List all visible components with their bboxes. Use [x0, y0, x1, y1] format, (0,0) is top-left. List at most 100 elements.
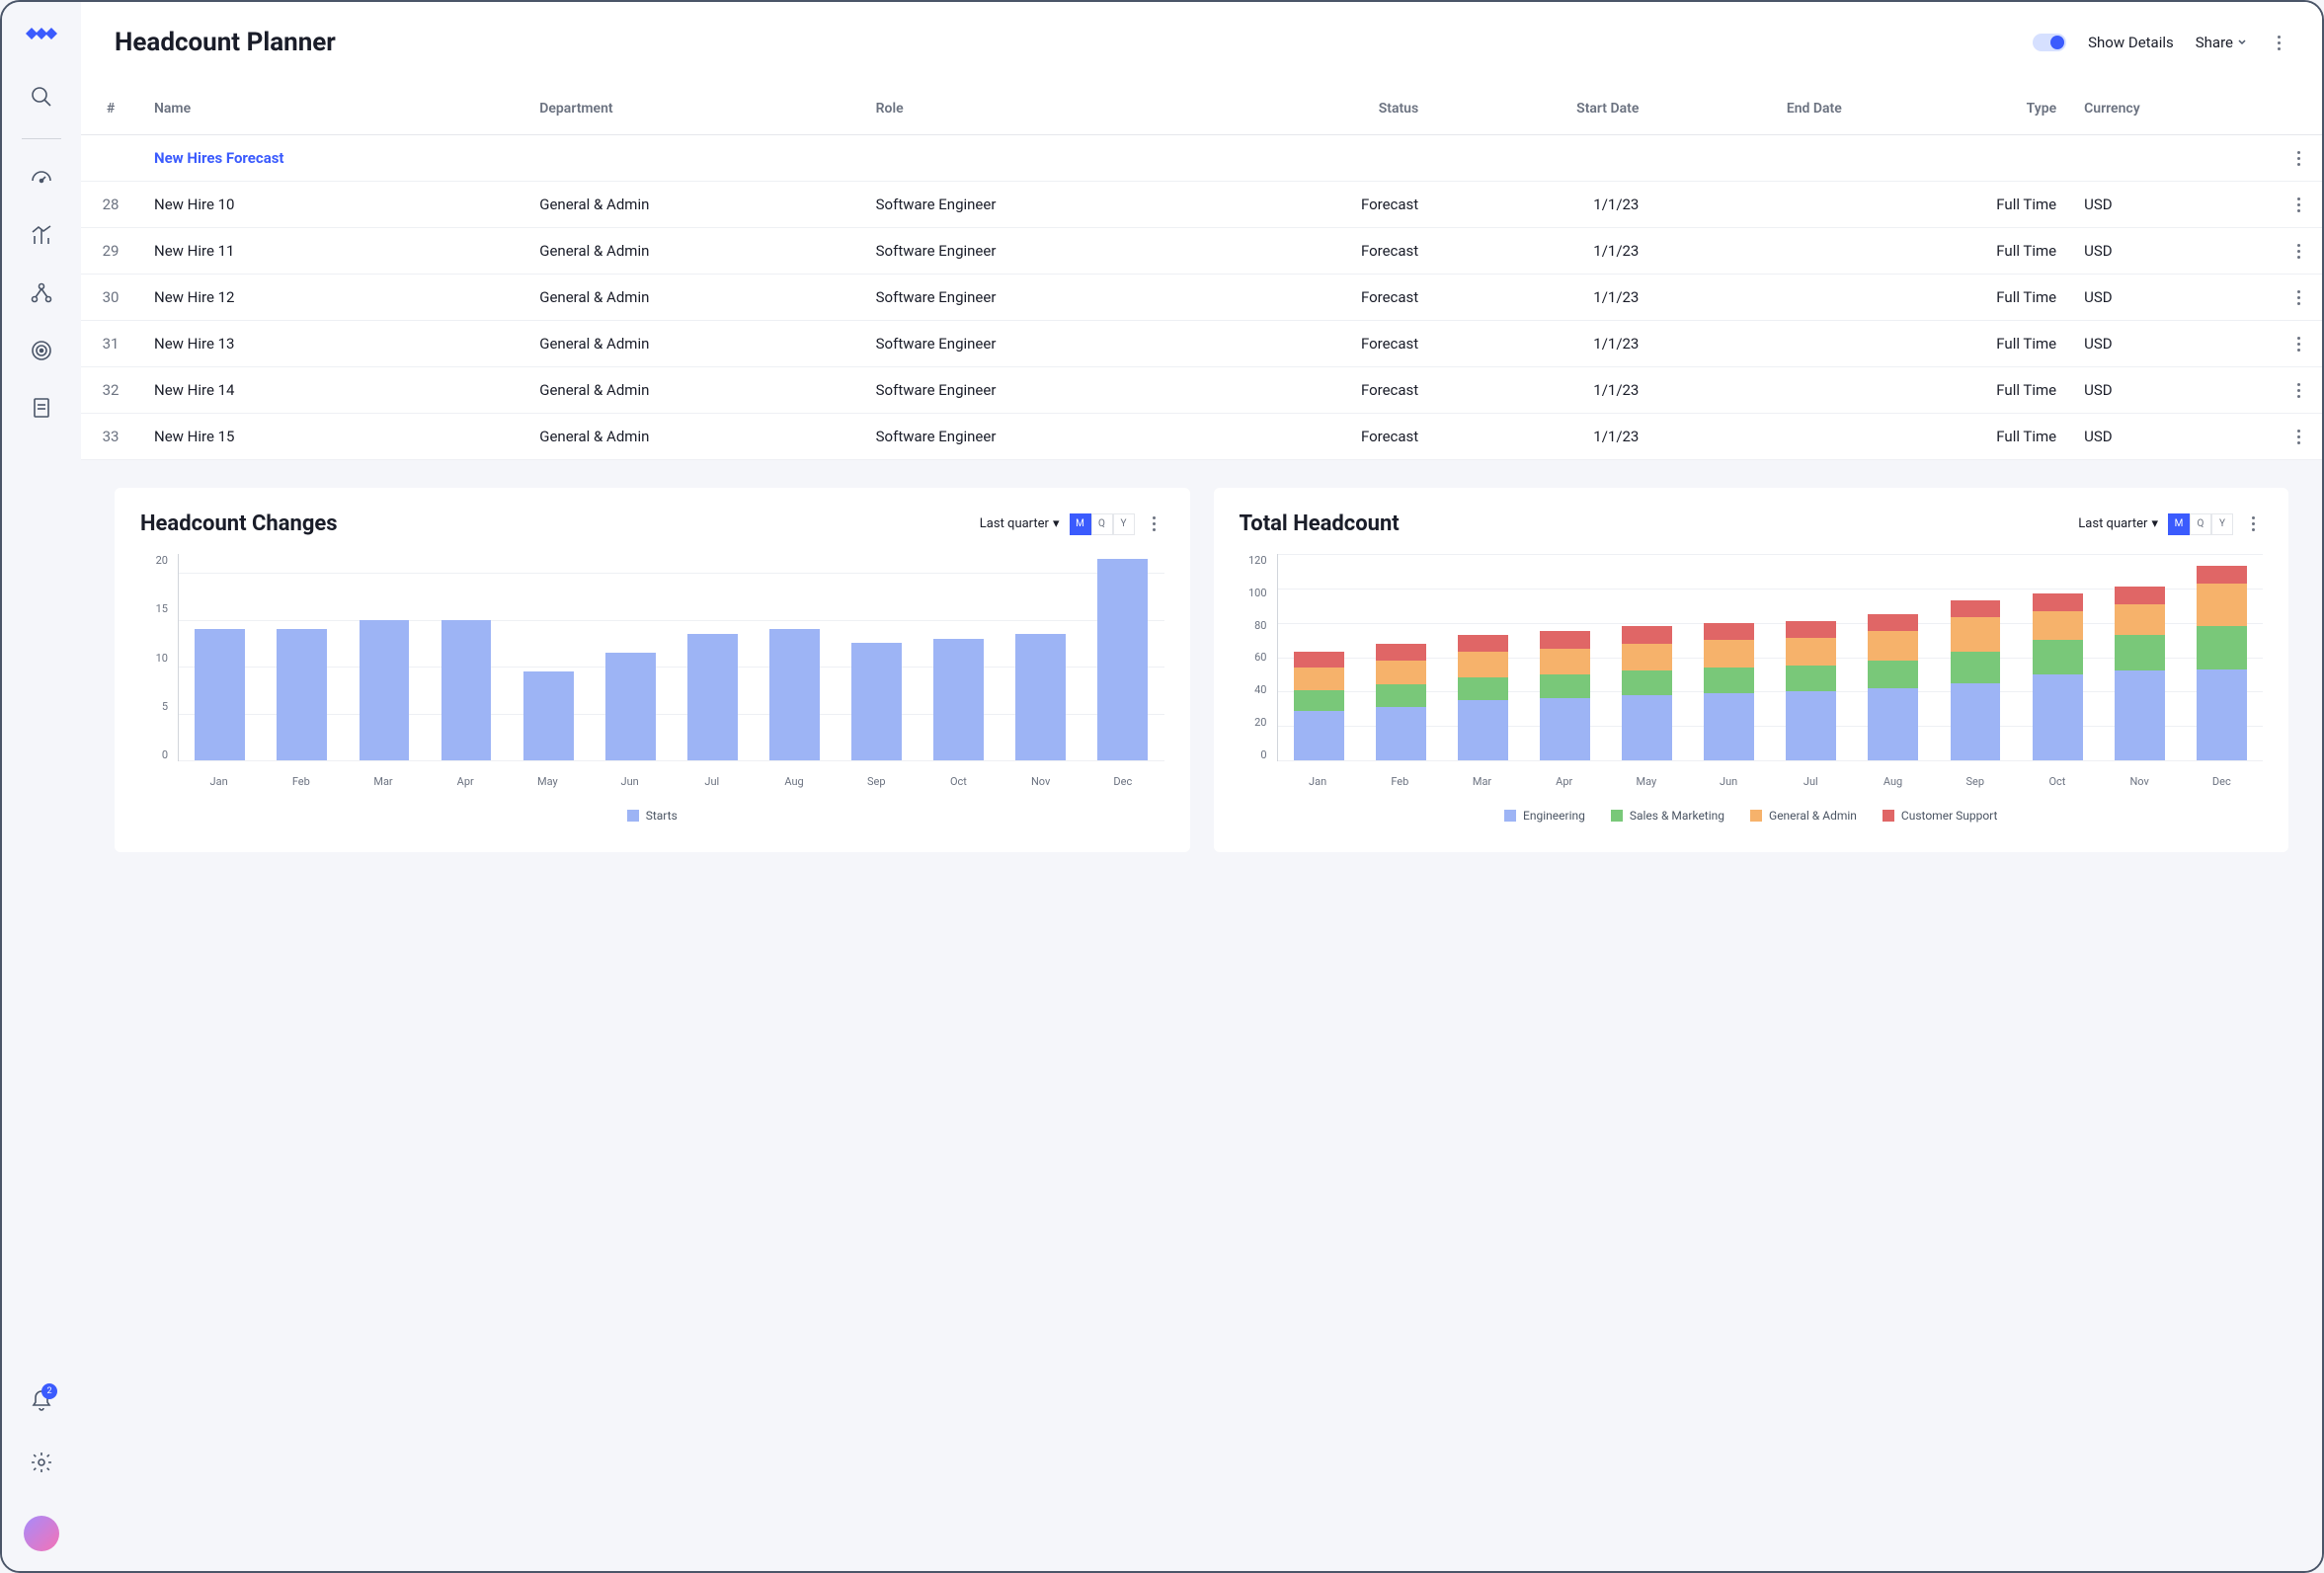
bar[interactable] [1287, 554, 1350, 760]
row-menu-button[interactable] [2288, 197, 2308, 212]
x-tick: Feb [260, 767, 342, 791]
cell-status: Forecast [1224, 321, 1432, 367]
granularity-q[interactable]: Q [1091, 513, 1113, 535]
show-details-label[interactable]: Show Details [2088, 34, 2174, 51]
bar[interactable] [517, 554, 580, 760]
bar[interactable] [1944, 554, 2007, 760]
bar[interactable] [1009, 554, 1073, 760]
bar-segment [1540, 631, 1590, 648]
show-details-toggle[interactable] [2033, 34, 2066, 51]
bar-segment [1294, 690, 1344, 711]
x-tick: Nov [2099, 767, 2181, 791]
bar[interactable] [599, 554, 662, 760]
row-menu-button[interactable] [2288, 290, 2308, 305]
chart-legend: Starts [140, 809, 1164, 823]
row-menu-button[interactable] [2288, 244, 2308, 259]
gear-icon[interactable] [20, 1441, 63, 1484]
cell-end-date [1652, 182, 1855, 228]
table-row[interactable]: 30 New Hire 12 General & Admin Software … [81, 275, 2322, 321]
cell-type: Full Time [1856, 228, 2070, 275]
header-actions: Show Details Share [2033, 34, 2288, 51]
share-button[interactable]: Share [2196, 34, 2247, 51]
gauge-icon[interactable] [20, 157, 63, 200]
cell-end-date [1652, 321, 1855, 367]
table-row[interactable]: 31 New Hire 13 General & Admin Software … [81, 321, 2322, 367]
bar[interactable] [927, 554, 991, 760]
cell-status: Forecast [1224, 367, 1432, 414]
chart-plot: 20151050JanFebMarAprMayJunJulAugSepOctNo… [140, 554, 1164, 791]
granularity-q[interactable]: Q [2190, 513, 2211, 535]
notifications-icon[interactable]: 2 [20, 1379, 63, 1423]
bar[interactable] [1616, 554, 1679, 760]
search-icon[interactable] [20, 75, 63, 118]
bar[interactable] [353, 554, 416, 760]
bar-segment [1376, 707, 1426, 760]
bar[interactable] [2026, 554, 2089, 760]
avatar[interactable] [24, 1516, 59, 1551]
x-tick: Mar [342, 767, 424, 791]
table-row[interactable]: 33 New Hire 15 General & Admin Software … [81, 414, 2322, 460]
x-tick: Sep [836, 767, 918, 791]
bar[interactable] [1862, 554, 1925, 760]
col-role: Role [862, 83, 1225, 135]
row-menu-button[interactable] [2288, 151, 2308, 166]
table-row[interactable]: 28 New Hire 10 General & Admin Software … [81, 182, 2322, 228]
document-icon[interactable] [20, 386, 63, 430]
chart-icon[interactable] [20, 214, 63, 258]
bar[interactable] [1370, 554, 1433, 760]
cell-type: Full Time [1856, 367, 2070, 414]
network-icon[interactable] [20, 272, 63, 315]
granularity-m[interactable]: M [1070, 513, 1091, 535]
section-row[interactable]: New Hires Forecast [81, 135, 2322, 182]
bar-segment [1704, 693, 1754, 760]
chevron-down-icon: ▾ [2151, 516, 2158, 531]
bar[interactable] [435, 554, 498, 760]
bar[interactable] [1091, 554, 1155, 760]
cell-department: General & Admin [525, 275, 861, 321]
chevron-down-icon [2237, 38, 2247, 47]
row-menu-button[interactable] [2288, 430, 2308, 444]
bar[interactable] [189, 554, 252, 760]
bar[interactable] [763, 554, 827, 760]
granularity-y[interactable]: Y [2211, 513, 2233, 535]
chart-legend: Engineering Sales & Marketing General & … [1240, 809, 2264, 823]
chart-menu-button[interactable] [2243, 516, 2263, 531]
col-name: Name [140, 83, 525, 135]
bar[interactable] [2108, 554, 2171, 760]
row-menu-button[interactable] [2288, 337, 2308, 352]
table-row[interactable]: 32 New Hire 14 General & Admin Software … [81, 367, 2322, 414]
bar[interactable] [681, 554, 745, 760]
table-header-row: # Name Department Role Status Start Date… [81, 83, 2322, 135]
cell-currency: USD [2070, 367, 2275, 414]
cell-role: Software Engineer [862, 321, 1225, 367]
bar[interactable] [1698, 554, 1761, 760]
bar-segment [2115, 635, 2165, 671]
granularity-m[interactable]: M [2168, 513, 2190, 535]
bar-segment [1540, 674, 1590, 698]
table-row[interactable]: 29 New Hire 11 General & Admin Software … [81, 228, 2322, 275]
bar-segment [1622, 626, 1672, 643]
bar[interactable] [1452, 554, 1515, 760]
col-currency: Currency [2070, 83, 2275, 135]
app-logo-icon [22, 22, 61, 45]
cell-end-date [1652, 275, 1855, 321]
bar-segment [2197, 584, 2247, 627]
bar[interactable] [1534, 554, 1597, 760]
chart-menu-button[interactable] [1145, 516, 1164, 531]
period-dropdown[interactable]: Last quarter ▾ [2078, 516, 2158, 531]
period-dropdown[interactable]: Last quarter ▾ [980, 516, 1060, 531]
more-menu-button[interactable] [2269, 36, 2288, 50]
row-menu-button[interactable] [2288, 383, 2308, 398]
granularity-y[interactable]: Y [1113, 513, 1135, 535]
x-tick: Jan [178, 767, 260, 791]
bar-segment [1622, 670, 1672, 694]
bar[interactable] [271, 554, 334, 760]
cell-type: Full Time [1856, 275, 2070, 321]
bar[interactable] [1780, 554, 1843, 760]
legend-swatch [1504, 810, 1516, 822]
bar[interactable] [845, 554, 909, 760]
bar[interactable] [2191, 554, 2254, 760]
col-num: # [81, 83, 140, 135]
bar-segment [1294, 652, 1344, 668]
target-icon[interactable] [20, 329, 63, 372]
